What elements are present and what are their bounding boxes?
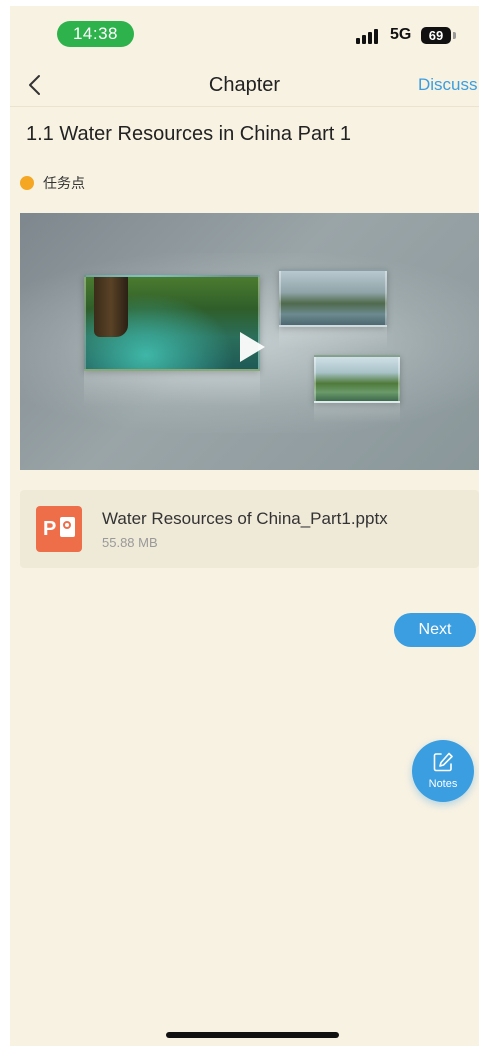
back-button[interactable] xyxy=(24,70,48,100)
video-player[interactable] xyxy=(20,213,479,470)
edit-note-icon xyxy=(433,752,453,772)
network-type: 5G xyxy=(390,26,412,43)
play-icon xyxy=(240,332,265,362)
page-title: 1.1 Water Resources in China Part 1 xyxy=(26,123,351,145)
discuss-button[interactable]: Discuss xyxy=(418,70,478,100)
page-header-title: Chapter xyxy=(208,74,281,96)
battery-tip xyxy=(453,32,456,39)
app-screen: 14:38 5G 69 Chapter Discuss 1.1 Water Re… xyxy=(10,6,479,1046)
thumbnail-reflection xyxy=(84,371,260,407)
notes-button[interactable]: Notes xyxy=(412,740,474,802)
thumbnail-reflection xyxy=(279,327,387,349)
next-button[interactable]: Next xyxy=(394,613,476,647)
task-point-dot xyxy=(20,176,34,190)
video-thumbnail-forest xyxy=(84,275,260,371)
status-time: 14:38 xyxy=(57,21,134,47)
thumbnail-reflection xyxy=(314,403,400,423)
battery-icon: 69 xyxy=(421,27,451,44)
task-point-label: 任务点 xyxy=(43,175,85,191)
notes-label: Notes xyxy=(428,778,458,790)
play-button[interactable] xyxy=(238,331,266,363)
attachment-card[interactable]: P Water Resources of China_Part1.pptx 55… xyxy=(20,490,479,568)
signal-icon xyxy=(356,28,382,44)
attachment-file-size: 55.88 MB xyxy=(102,535,158,550)
video-thumbnail-lake xyxy=(279,269,387,327)
powerpoint-file-icon: P xyxy=(36,506,82,552)
home-indicator[interactable] xyxy=(166,1032,339,1038)
chevron-left-icon xyxy=(29,75,40,95)
header-divider xyxy=(10,106,479,107)
attachment-file-name: Water Resources of China_Part1.pptx xyxy=(102,509,388,528)
ppt-icon-letter: P xyxy=(43,518,57,540)
video-thumbnail-trees xyxy=(314,355,400,403)
